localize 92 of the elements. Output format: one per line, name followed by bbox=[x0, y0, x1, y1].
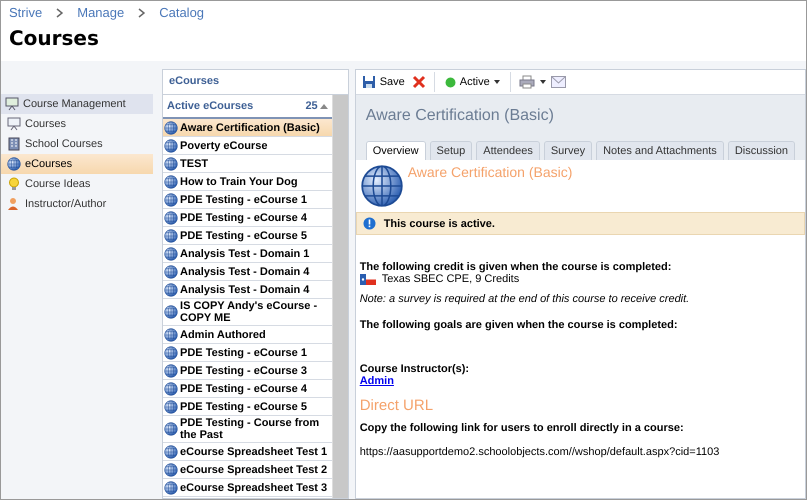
tab[interactable]: Discussion bbox=[728, 141, 795, 160]
sidebar-item[interactable]: eCourses bbox=[1, 154, 154, 174]
credit-heading: The following credit is given when the course is completed: bbox=[360, 261, 672, 273]
tab[interactable]: Survey bbox=[544, 141, 592, 160]
globe-icon bbox=[164, 210, 178, 224]
lightbulb-icon bbox=[7, 177, 21, 191]
person-icon bbox=[7, 197, 21, 211]
alert-message: This course is active. bbox=[384, 218, 495, 230]
globe-icon bbox=[164, 422, 178, 436]
globe-icon bbox=[164, 364, 178, 378]
course-list-item[interactable]: eCourse Spreadsheet Test 1 bbox=[163, 443, 332, 461]
direct-url-label: Copy the following link for users to enroll directly in a course: bbox=[360, 422, 685, 434]
course-list-item[interactable]: PDE Testing - eCourse 5 bbox=[163, 398, 332, 416]
tab[interactable]: Notes and Attachments bbox=[596, 141, 724, 160]
sidebar-item[interactable]: Instructor/Author bbox=[1, 194, 154, 214]
credit-text: Texas SBEC CPE, 9 Credits bbox=[382, 273, 520, 285]
globe-icon bbox=[164, 192, 178, 206]
tab[interactable]: Attendees bbox=[476, 141, 540, 160]
building-icon bbox=[7, 137, 21, 151]
globe-icon bbox=[7, 157, 21, 171]
direct-url-heading: Direct URL bbox=[360, 397, 434, 414]
enroll-url: https://aasupportdemo2.schoolobjects.com//wshop/default.aspx?cid=1103 bbox=[360, 446, 720, 458]
breadcrumb-link[interactable]: Strive bbox=[9, 5, 42, 20]
globe-icon bbox=[164, 462, 178, 476]
sidebar-item[interactable]: Courses bbox=[1, 114, 154, 134]
printer-icon[interactable] bbox=[518, 75, 535, 89]
globe-icon bbox=[164, 282, 178, 296]
course-list-item[interactable]: PDE Testing - eCourse 1 bbox=[163, 191, 332, 209]
panel-title: eCourses bbox=[163, 70, 348, 95]
tab[interactable]: Overview bbox=[366, 141, 426, 160]
status-dot-icon bbox=[444, 76, 456, 88]
course-list-item[interactable]: PDE Testing - eCourse 4 bbox=[163, 209, 332, 227]
globe-icon bbox=[164, 120, 178, 134]
status-dropdown[interactable]: Active bbox=[442, 76, 502, 88]
scrollbar[interactable] bbox=[332, 95, 348, 498]
course-list-item[interactable]: TEST bbox=[163, 155, 332, 173]
course-list-item[interactable]: Analysis Test - Domain 4 bbox=[163, 281, 332, 299]
course-name: Aware Certification (Basic) bbox=[408, 164, 572, 180]
breadcrumb-link[interactable]: Manage bbox=[77, 5, 124, 20]
caret-icon[interactable] bbox=[540, 80, 546, 84]
course-list-item[interactable]: How to Train Your Dog bbox=[163, 173, 332, 191]
globe-icon bbox=[164, 480, 178, 494]
course-list-item[interactable]: Admin Authored bbox=[163, 326, 332, 344]
globe-icon bbox=[164, 174, 178, 188]
globe-icon bbox=[164, 305, 178, 319]
sidebar-item[interactable]: School Courses bbox=[1, 134, 154, 154]
globe-icon bbox=[164, 400, 178, 414]
course-list-item[interactable]: Analysis Test - Domain 1 bbox=[163, 245, 332, 263]
sort-arrow-icon[interactable] bbox=[320, 104, 328, 108]
close-icon[interactable] bbox=[412, 75, 426, 89]
globe-icon bbox=[164, 264, 178, 278]
course-list-item[interactable]: PDE Testing - Course from the Past bbox=[163, 416, 332, 443]
course-list-item[interactable]: Poverty eCourse bbox=[163, 137, 332, 155]
list-title: Active eCourses bbox=[167, 100, 254, 112]
course-list-item[interactable]: PDE Testing - eCourse 1 bbox=[163, 344, 332, 362]
flag-icon bbox=[360, 274, 376, 284]
globe-icon bbox=[164, 138, 178, 152]
globe-icon bbox=[164, 246, 178, 260]
tab[interactable]: Setup bbox=[430, 141, 472, 160]
instructors-heading: Course Instructor(s): bbox=[360, 363, 470, 375]
course-list-item[interactable]: PDE Testing - eCourse 3 bbox=[163, 362, 332, 380]
globe-icon bbox=[164, 346, 178, 360]
instructor-link[interactable]: Admin bbox=[360, 375, 394, 387]
caret-icon bbox=[494, 80, 500, 84]
globe-icon bbox=[164, 382, 178, 396]
presentation-board-icon bbox=[5, 97, 19, 111]
course-list-item[interactable]: Aware Certification (Basic) bbox=[163, 119, 332, 137]
envelope-icon[interactable] bbox=[550, 76, 566, 88]
chevron-icon bbox=[56, 8, 64, 18]
page-title: Courses bbox=[9, 26, 100, 50]
globe-icon bbox=[164, 156, 178, 170]
chevron-icon bbox=[138, 8, 146, 18]
course-list-item[interactable]: PDE Testing - eCourse 5 bbox=[163, 227, 332, 245]
course-title: Aware Certification (Basic) bbox=[366, 107, 555, 125]
survey-note: Note: a survey is required at the end of this course to receive credit. bbox=[360, 293, 690, 305]
sidebar-item[interactable]: Course Ideas bbox=[1, 174, 154, 194]
sidebar-header: Course Management bbox=[1, 94, 154, 114]
easel-icon bbox=[7, 117, 21, 131]
globe-icon bbox=[164, 444, 178, 458]
info-icon bbox=[362, 217, 376, 230]
course-list-item[interactable]: eCourse Spreadsheet Test 3 bbox=[163, 479, 332, 497]
course-list-item[interactable]: PDE Testing - eCourse 4 bbox=[163, 380, 332, 398]
globe-icon bbox=[164, 328, 178, 342]
goals-heading: The following goals are given when the course is completed: bbox=[360, 319, 679, 331]
globe-icon bbox=[360, 164, 404, 208]
course-list-item[interactable]: eCourse Spreadsheet Test 2 bbox=[163, 461, 332, 479]
course-count: 25 bbox=[305, 100, 318, 112]
course-list-item[interactable]: IS COPY Andy's eCourse - COPY ME bbox=[163, 299, 332, 326]
globe-icon bbox=[164, 228, 178, 242]
course-list-item[interactable]: Analysis Test - Domain 4 bbox=[163, 263, 332, 281]
save-button[interactable]: Save bbox=[360, 75, 407, 89]
breadcrumb-link[interactable]: Catalog bbox=[159, 5, 204, 20]
